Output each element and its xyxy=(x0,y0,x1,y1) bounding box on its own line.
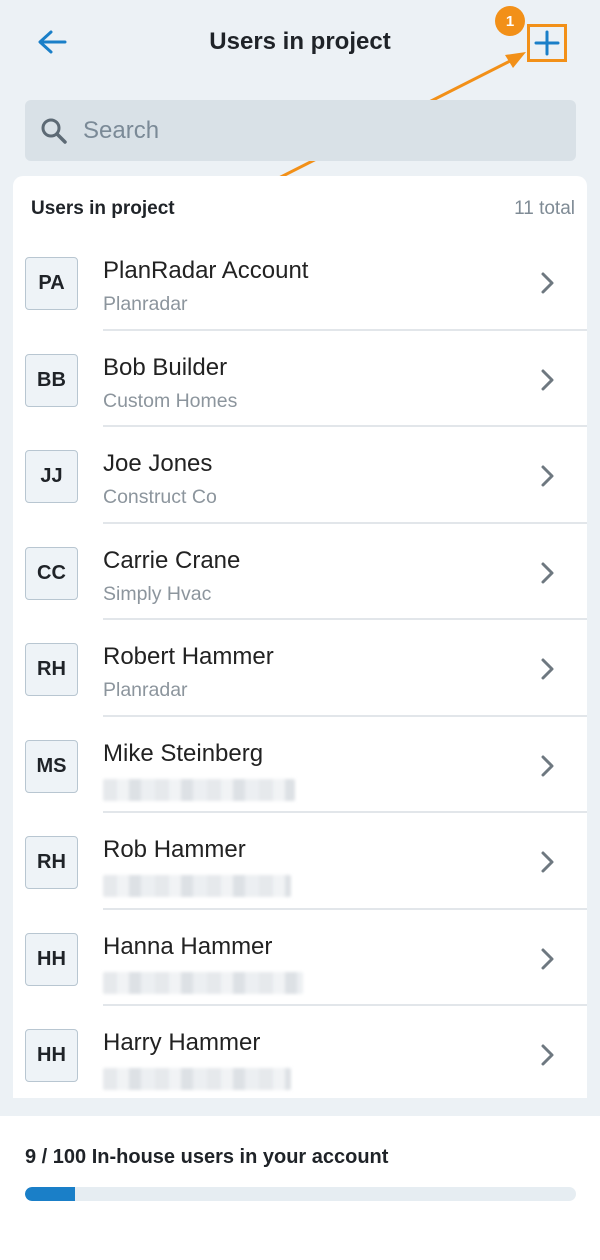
account-usage-footer: 9 / 100 In-house users in your account xyxy=(0,1116,600,1260)
user-name: Mike Steinberg xyxy=(103,739,264,767)
user-company: Custom Homes xyxy=(103,389,238,412)
user-name: Hanna Hammer xyxy=(103,932,273,960)
user-row[interactable]: BB Bob Builder Custom Homes xyxy=(13,331,587,427)
user-company: Planradar xyxy=(103,293,188,315)
chevron-right-icon xyxy=(537,947,557,971)
user-row[interactable]: MS Mike Steinberg xyxy=(13,717,587,813)
chevron-right-icon xyxy=(537,271,557,295)
user-name: Carrie Crane xyxy=(103,546,241,574)
chevron-right-icon xyxy=(537,464,557,488)
user-company: Planradar xyxy=(103,679,188,701)
user-name: Rob Hammer xyxy=(103,836,246,863)
search-bar[interactable] xyxy=(25,100,576,161)
user-avatar: PA xyxy=(25,257,78,310)
callout-number-badge: 1 xyxy=(495,6,525,36)
total-count: 11 total xyxy=(514,198,575,219)
user-avatar: CC xyxy=(25,546,78,600)
usage-label: 9 / 100 In-house users in your account xyxy=(25,1146,389,1168)
user-avatar: JJ xyxy=(25,450,78,503)
redacted-company xyxy=(103,1068,291,1090)
user-row[interactable]: RH Rob Hammer xyxy=(13,813,587,910)
user-name: Robert Hammer xyxy=(103,643,274,670)
user-avatar: BB xyxy=(25,353,78,407)
user-row[interactable]: JJ Joe Jones Construct Co xyxy=(13,427,587,524)
user-company: Simply Hvac xyxy=(103,582,212,605)
users-list-card: Users in project 11 total PA PlanRadar Ac… xyxy=(13,176,587,1098)
user-name: Bob Builder xyxy=(103,353,228,381)
user-avatar: MS xyxy=(25,739,78,793)
user-name: Joe Jones xyxy=(103,450,213,477)
chevron-right-icon xyxy=(537,850,557,874)
user-name: PlanRadar Account xyxy=(103,257,309,284)
user-avatar: RH xyxy=(25,836,78,889)
user-avatar: HH xyxy=(25,1029,78,1082)
user-list: PA PlanRadar Account Planradar BB Bob Builde… xyxy=(13,234,587,1098)
redacted-company xyxy=(103,971,303,994)
add-user-button[interactable] xyxy=(527,24,567,62)
redacted-company xyxy=(103,778,295,801)
user-row[interactable]: CC Carrie Crane Simply Hvac xyxy=(13,524,587,620)
search-input[interactable] xyxy=(83,116,523,145)
usage-progress-bar xyxy=(25,1187,576,1201)
chevron-right-icon xyxy=(537,1043,557,1067)
chevron-right-icon xyxy=(537,754,557,778)
chevron-right-icon xyxy=(537,368,557,392)
user-avatar: RH xyxy=(25,643,78,696)
user-row[interactable]: PA PlanRadar Account Planradar xyxy=(13,234,587,331)
usage-progress-fill xyxy=(25,1187,75,1201)
list-header: Users in project 11 total xyxy=(13,176,587,234)
user-row[interactable]: HH Hanna Hammer xyxy=(13,910,587,1006)
chevron-right-icon xyxy=(537,657,557,681)
user-company: Construct Co xyxy=(103,486,217,508)
section-title: Users in project xyxy=(31,198,175,219)
chevron-right-icon xyxy=(537,561,557,585)
user-row[interactable]: RH Robert Hammer Planradar xyxy=(13,620,587,717)
user-avatar: HH xyxy=(25,932,78,986)
search-icon xyxy=(39,116,69,146)
user-name: Harry Hammer xyxy=(103,1029,261,1056)
plus-icon xyxy=(534,30,560,56)
user-row[interactable]: HH Harry Hammer xyxy=(13,1006,587,1098)
redacted-company xyxy=(103,875,291,897)
